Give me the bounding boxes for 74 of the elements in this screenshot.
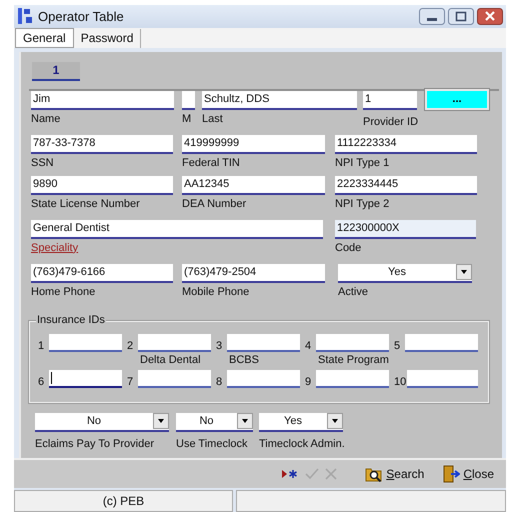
field-label: Code <box>335 240 362 255</box>
field-label: State License Number <box>31 196 141 211</box>
field-label: Last <box>202 112 224 126</box>
insurance-number: 4 <box>305 340 312 352</box>
field-label: SSN <box>31 156 55 170</box>
text-field[interactable]: 1112223334 <box>335 134 477 154</box>
text-field[interactable]: 9890 <box>31 176 173 195</box>
insurance-id-field[interactable] <box>138 334 211 352</box>
text-field[interactable]: (763)479-6166 <box>31 264 173 283</box>
field-label: Federal TIN <box>182 156 241 170</box>
text-field[interactable]: 1 <box>363 90 417 110</box>
insurance-label: State Program <box>318 354 389 366</box>
field-label: Home Phone <box>31 284 96 299</box>
text-field[interactable]: 787-33-7378 <box>31 134 173 154</box>
insurance-number: 8 <box>216 376 224 388</box>
field-label: Use Timeclock <box>176 438 249 450</box>
status-panel: (c) PEB <box>14 490 233 512</box>
insurance-id-field[interactable] <box>405 334 478 352</box>
insurance-number: 6 <box>38 376 46 388</box>
group-title: Insurance IDs <box>36 314 106 326</box>
field-label: Name <box>31 112 62 126</box>
field-label: Mobile Phone <box>182 284 250 299</box>
minimize-button[interactable] <box>419 8 445 25</box>
field-label: DEA Number <box>182 196 248 211</box>
insurance-label: BCBS <box>229 354 259 366</box>
maximize-button[interactable] <box>448 8 474 25</box>
field-label: M <box>182 112 192 126</box>
text-field[interactable]: 122300000X <box>335 220 476 239</box>
insurance-number: 1 <box>38 340 46 352</box>
field-label: NPI Type 1 <box>335 156 390 170</box>
text-field[interactable] <box>182 90 195 110</box>
insurance-label: Delta Dental <box>140 354 201 366</box>
dropdown[interactable]: Yes <box>338 264 472 283</box>
close-window-button[interactable]: Close <box>440 465 496 484</box>
text-field[interactable]: 419999999 <box>182 134 325 154</box>
lookup-button[interactable]: ... <box>425 88 489 110</box>
insurance-id-field[interactable] <box>49 334 122 352</box>
text-field[interactable]: Jim <box>31 90 174 110</box>
text-field[interactable]: 2223334445 <box>335 176 477 195</box>
text-field[interactable]: AA12345 <box>182 176 325 195</box>
tab[interactable]: General <box>15 28 74 48</box>
close-button[interactable] <box>477 8 503 25</box>
insurance-number: 2 <box>127 340 134 352</box>
dropdown[interactable]: No <box>176 412 253 432</box>
new-record-icon[interactable] <box>281 468 300 480</box>
insurance-number: 7 <box>127 376 134 388</box>
dropdown[interactable]: No <box>35 412 169 432</box>
dropdown[interactable]: Yes <box>259 412 343 432</box>
field-label: Timeclock Admin. <box>259 438 343 450</box>
field-label: Eclaims Pay To Provider <box>35 438 156 450</box>
insurance-id-field[interactable] <box>407 370 478 388</box>
insurance-id-field[interactable] <box>138 370 211 388</box>
field-label: NPI Type 2 <box>335 196 390 211</box>
insurance-number: 3 <box>216 340 224 352</box>
window-title: Operator Table <box>38 8 125 24</box>
app-icon <box>17 7 33 26</box>
record-tab[interactable]: 1 <box>32 62 80 81</box>
field-label-link[interactable]: Speciality <box>31 240 323 255</box>
insurance-id-field[interactable] <box>227 334 300 352</box>
insurance-number: 5 <box>394 340 402 352</box>
field-label: Provider ID <box>363 114 417 129</box>
search-icon <box>365 466 384 482</box>
insurance-number: 9 <box>305 376 312 388</box>
search-button[interactable]: Search <box>363 466 426 482</box>
text-field[interactable]: General Dentist <box>31 220 323 239</box>
field-label: Active <box>338 284 369 299</box>
insurance-id-field[interactable] <box>49 370 122 388</box>
insurance-id-field[interactable] <box>316 334 389 352</box>
text-field[interactable]: (763)479-2504 <box>182 264 325 283</box>
insurance-id-field[interactable] <box>227 370 300 388</box>
insurance-number: 10 <box>394 376 408 388</box>
insurance-id-field[interactable] <box>316 370 389 388</box>
text-field[interactable]: Schultz, DDS <box>202 90 357 110</box>
door-exit-icon <box>442 465 460 484</box>
